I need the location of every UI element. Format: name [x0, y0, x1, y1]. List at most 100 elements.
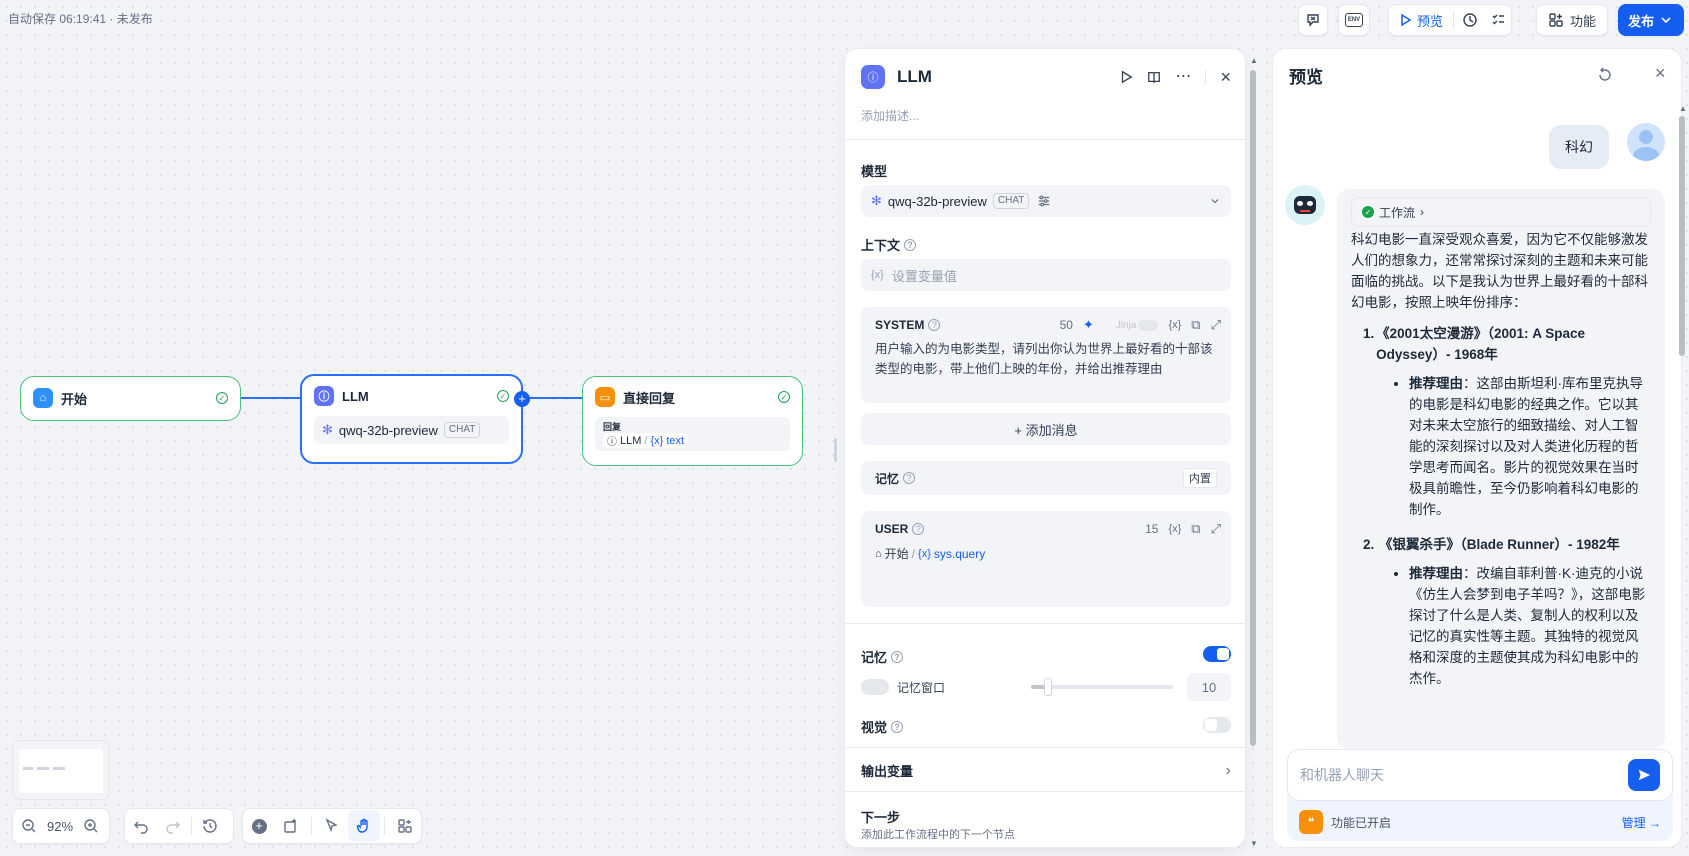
- chat-input[interactable]: 和机器人聊天: [1287, 749, 1673, 801]
- memory-window-slider[interactable]: [1031, 678, 1173, 696]
- cursor-icon: [325, 818, 338, 833]
- node-llm[interactable]: ⓘ LLM ✓ ✻ qwq-32b-preview CHAT +: [300, 374, 530, 464]
- user-ref-var: sys.query: [933, 546, 986, 561]
- checklist-button[interactable]: [1298, 4, 1328, 36]
- help-icon[interactable]: ?: [904, 238, 917, 251]
- check-circle-icon: ✓: [216, 392, 228, 404]
- chat-input-area: 和机器人聊天 ❝ 功能已开启 管理 →: [1287, 749, 1673, 841]
- version-history-button[interactable]: [194, 810, 226, 842]
- organize-button[interactable]: [389, 810, 421, 842]
- node-answer[interactable]: ▭ 直接回复 ✓ 回复 ⓘ LLM / {x} text: [582, 376, 803, 466]
- message-icon: ▭: [595, 387, 615, 407]
- memory-window-label: 记忆窗口: [897, 680, 946, 695]
- answer-item: 1. 《2001太空漫游》（2001: A Space Odyssey）- 196…: [1363, 323, 1651, 520]
- system-prompt-text[interactable]: 用户输入的为电影类型，请列出你认为世界上最好看的十部该类型的电影，带上他们上映的…: [875, 339, 1215, 379]
- help-icon[interactable]: ?: [928, 319, 941, 331]
- panel-title[interactable]: LLM: [897, 67, 932, 87]
- pointer-mode-button[interactable]: [316, 810, 348, 842]
- memory-label: 记忆: [861, 650, 888, 665]
- memory-window-input[interactable]: 10: [1187, 673, 1231, 701]
- run-step-icon[interactable]: [1119, 70, 1134, 84]
- minimap[interactable]: [12, 740, 110, 800]
- user-message-bubble: 科幻: [1549, 125, 1609, 169]
- panel-resize-handle[interactable]: [834, 438, 837, 462]
- sparkle-icon[interactable]: ✦: [1083, 317, 1094, 333]
- insert-variable-icon[interactable]: {x}: [1168, 319, 1181, 331]
- vision-toggle[interactable]: [1203, 717, 1231, 733]
- hand-mode-button[interactable]: [348, 810, 380, 842]
- insert-variable-icon[interactable]: {x}: [1168, 523, 1181, 535]
- var-icon: {x}: [918, 547, 931, 560]
- user-prompt-box: USER ? 15 {x} ⧉ ⤢ ⌂ 开始 / {x} sys.query: [861, 511, 1231, 607]
- model-selector[interactable]: ✻ qwq-32b-preview CHAT: [861, 185, 1231, 217]
- zoom-level[interactable]: 92%: [45, 819, 75, 834]
- add-message-button[interactable]: + 添加消息: [861, 413, 1231, 445]
- env-icon: ENV: [1345, 13, 1363, 27]
- next-step-description: 添加此工作流程中的下一个节点: [861, 829, 1015, 841]
- add-node-button[interactable]: +: [243, 810, 275, 842]
- node-llm-mode-tag: CHAT: [443, 422, 481, 438]
- help-icon[interactable]: ?: [891, 720, 904, 733]
- checklist-view-button[interactable]: [1486, 12, 1510, 28]
- undo-button[interactable]: [125, 810, 157, 842]
- preview-scrollbar[interactable]: ▲: [1678, 104, 1687, 848]
- preview-button[interactable]: 预览: [1397, 11, 1453, 30]
- workflow-label: 工作流: [1379, 205, 1416, 220]
- user-var-ref[interactable]: ⌂ 开始 / {x} sys.query: [875, 545, 985, 562]
- book-open-icon[interactable]: [1147, 70, 1161, 84]
- features-button[interactable]: 功能: [1536, 4, 1608, 36]
- expand-icon[interactable]: ⤢: [1211, 521, 1221, 537]
- publish-button[interactable]: 发布: [1618, 4, 1684, 36]
- memory-row: 记忆 ? 内置: [861, 461, 1231, 495]
- reason-label: 推荐理由: [1409, 566, 1463, 581]
- home-icon: ⌂: [33, 388, 53, 408]
- preview-group: 预览: [1388, 4, 1512, 36]
- add-note-button[interactable]: [275, 810, 307, 842]
- env-button[interactable]: ENV: [1338, 4, 1370, 36]
- jinja-toggle[interactable]: [1138, 319, 1159, 331]
- var-icon: {x}: [871, 269, 884, 281]
- close-icon[interactable]: ×: [1655, 63, 1666, 84]
- answer-item-title: 《2001太空漫游》（2001: A Space Odyssey）- 1968年: [1376, 326, 1585, 362]
- llm-small-icon: ⓘ: [607, 437, 617, 448]
- restart-icon[interactable]: [1597, 67, 1613, 83]
- answer-intro: 科幻电影一直深受观众喜爱，因为它不仅能够激发人们的想象力，还常常探讨深刻的主题和…: [1351, 232, 1648, 310]
- panel-scrollbar[interactable]: ▲ ▼: [1249, 56, 1258, 848]
- list-check-icon: [1492, 14, 1505, 25]
- var-icon: {x}: [650, 434, 664, 447]
- memory-window-slider-thumb[interactable]: [1044, 678, 1053, 696]
- answer-item: 2.《银翼杀手》（Blade Runner）- 1982年 推荐理由：改编自菲利…: [1363, 534, 1651, 689]
- help-icon[interactable]: ?: [912, 523, 925, 535]
- copy-icon[interactable]: ⧉: [1191, 317, 1200, 333]
- system-label: SYSTEM: [875, 318, 925, 332]
- sliders-icon[interactable]: [1037, 194, 1051, 208]
- expand-icon[interactable]: ⤢: [1211, 317, 1221, 333]
- close-icon[interactable]: ×: [1220, 68, 1231, 86]
- node-llm-model-name: qwq-32b-preview: [338, 422, 438, 438]
- description-input[interactable]: 添加描述...: [861, 107, 919, 124]
- memory-window-toggle[interactable]: [861, 679, 889, 695]
- run-history-button[interactable]: [1454, 12, 1486, 28]
- send-button[interactable]: [1628, 759, 1660, 791]
- node-start[interactable]: ⌂ 开始 ✓: [20, 376, 241, 421]
- more-icon[interactable]: ⋯: [1175, 69, 1191, 85]
- features-icon: ❝: [1299, 810, 1323, 834]
- node-answer-field: 回复 ⓘ LLM / {x} text: [595, 417, 790, 451]
- zoom-out-button[interactable]: [13, 810, 45, 842]
- preview-label: 预览: [1417, 13, 1444, 29]
- bot-answer-bubble: ✓ 工作流 › 科幻电影一直深受观众喜爱，因为它不仅能够激发人们的想象力，还常常…: [1337, 189, 1665, 749]
- chevron-down-icon: [1211, 199, 1219, 204]
- help-icon[interactable]: ?: [903, 472, 916, 484]
- copy-icon[interactable]: ⧉: [1191, 521, 1200, 537]
- zoom-in-button[interactable]: [75, 810, 107, 842]
- redo-button[interactable]: [157, 810, 189, 842]
- check-circle-icon: ✓: [497, 390, 509, 402]
- memory-toggle[interactable]: [1203, 646, 1231, 662]
- workflow-status-chip[interactable]: ✓ 工作流 ›: [1351, 197, 1651, 227]
- add-next-node-handle[interactable]: +: [514, 391, 530, 407]
- context-variable-input[interactable]: {x} 设置变量值: [861, 259, 1231, 291]
- output-variables-row[interactable]: 输出变量 ›: [861, 761, 1231, 780]
- help-icon[interactable]: ?: [891, 650, 904, 663]
- ref-var-name: text: [666, 434, 685, 447]
- manage-link[interactable]: 管理 →: [1622, 814, 1661, 831]
